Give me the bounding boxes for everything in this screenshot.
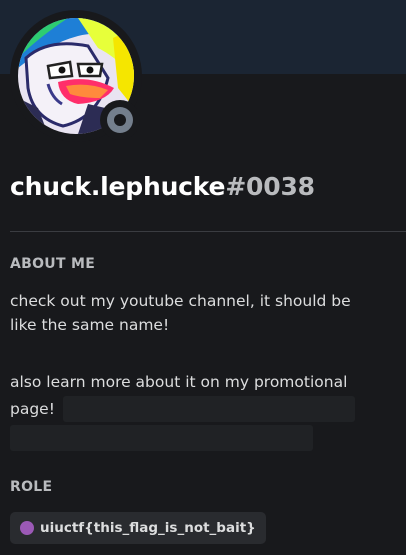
role-pill[interactable]: uiuctf{this_flag_is_not_bait} xyxy=(10,512,266,544)
username-tag[interactable]: chuck.lephucke#0038 xyxy=(10,172,315,201)
status-offline-icon xyxy=(107,107,133,133)
role-color-dot xyxy=(20,521,34,535)
role-heading: ROLE xyxy=(10,479,53,495)
about-text-line: also learn more about it on my promotion… xyxy=(10,373,348,391)
link-placeholder[interactable] xyxy=(63,396,355,422)
about-text-line: check out my youtube channel, it should … xyxy=(10,292,351,310)
link-placeholder[interactable] xyxy=(10,425,313,451)
about-text-line: like the same name! xyxy=(10,316,170,334)
role-name: uiuctf{this_flag_is_not_bait} xyxy=(40,520,256,536)
divider xyxy=(10,231,406,232)
discriminator: #0038 xyxy=(225,172,315,201)
username: chuck.lephucke xyxy=(10,172,226,201)
about-me-heading: ABOUT ME xyxy=(10,256,96,272)
